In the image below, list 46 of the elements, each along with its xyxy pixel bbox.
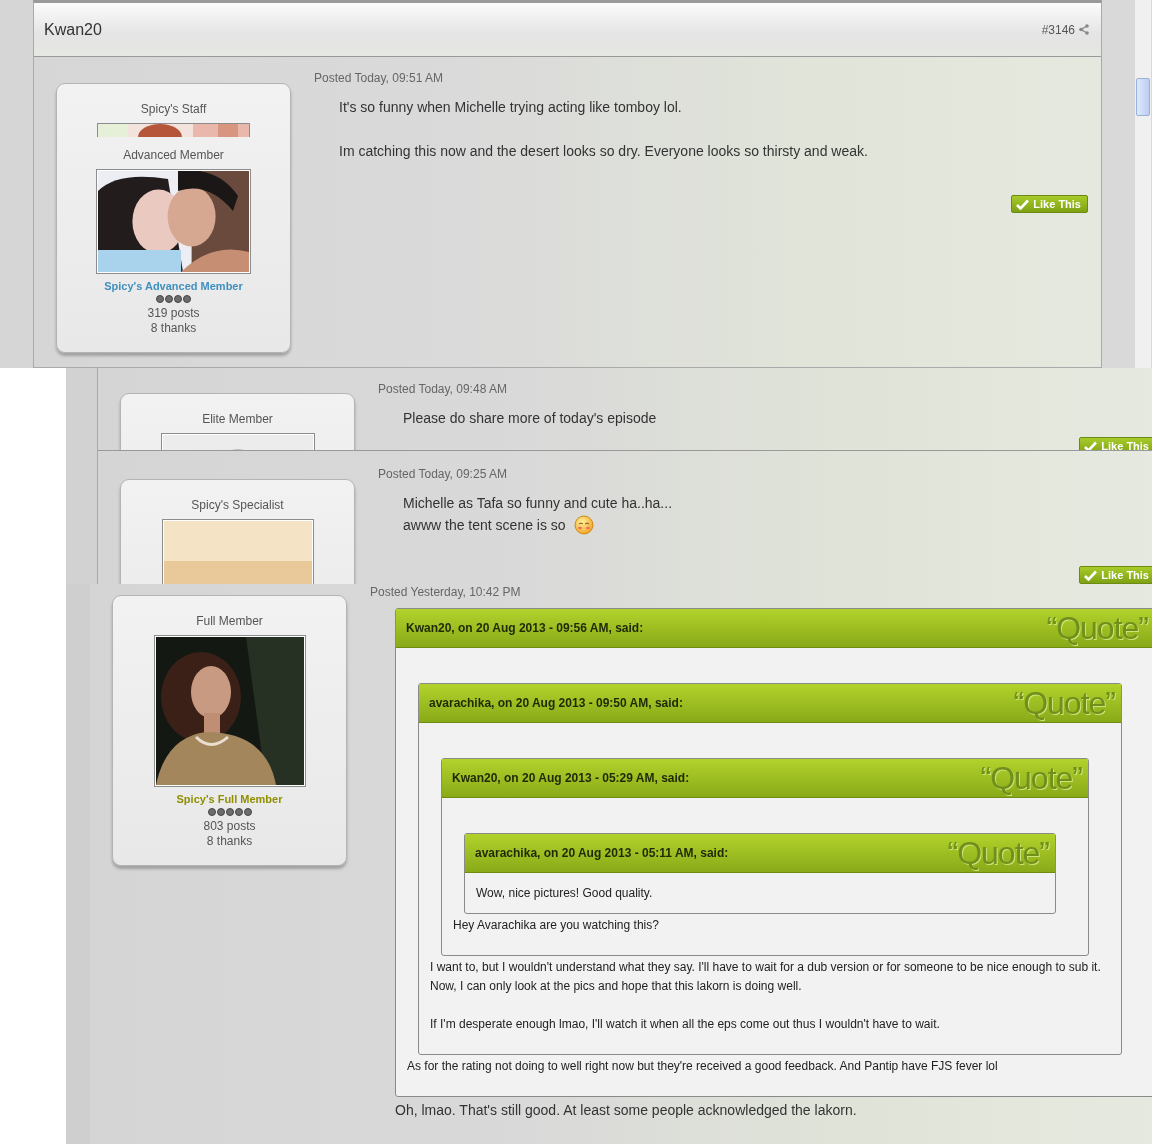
thanks-count: 8 thanks: [150, 321, 197, 336]
check-icon: [1084, 440, 1098, 450]
like-button[interactable]: Like This: [1079, 566, 1152, 584]
member-title: Elite Member: [202, 411, 273, 427]
quote-text: As for the rating not doing to well right now but they're received a good feedback. And Pantip have FJS fever lol: [407, 1058, 999, 1075]
scrollbar-thumb[interactable]: [1136, 78, 1150, 116]
quote-text: Now, I can only look at the pics and hope that this lakorn is doing well.: [430, 978, 803, 995]
member-title: Advanced Member: [123, 147, 224, 163]
member-title: Spicy's Staff: [140, 101, 207, 117]
rank-title: Spicy's Full Member: [176, 792, 283, 806]
rank-title: Spicy's Advanced Member: [104, 279, 243, 293]
quote-text: Hey Avarachika are you watching this?: [453, 917, 660, 934]
post-number[interactable]: #3146: [1041, 22, 1075, 37]
member-title: Spicy's Specialist: [191, 497, 284, 513]
quote-text: I want to, but I wouldn't understand what they say. I'll have to wait for a dub version or for someone to be nice enough to sub it.: [430, 959, 1102, 976]
thanks-count: 8 thanks: [206, 834, 253, 849]
quote-author: avarachika, on 20 Aug 2013 - 09:50 AM, said:: [429, 696, 683, 710]
quote-label: “Quote”: [947, 834, 1049, 872]
quote-author: avarachika, on 20 Aug 2013 - 05:11 AM, said:: [475, 846, 729, 860]
quote-author: Kwan20, on 20 Aug 2013 - 09:56 AM, said:: [406, 621, 644, 635]
like-button[interactable]: Like This: [1079, 437, 1152, 450]
share-icon[interactable]: [1079, 24, 1089, 35]
quote-text: If I'm desperate enough lmao, I'll watch it when all the eps come out thus I wouldn't have to wait.: [430, 1016, 941, 1033]
quote-text: Wow, nice pictures! Good quality.: [476, 885, 654, 902]
post-text: It's so funny when Michelle trying acting like tomboy lol.: [339, 98, 683, 117]
smiley-icon: [573, 515, 594, 535]
quote-label: “Quote”: [980, 759, 1082, 797]
posted-date: Posted Today, 09:51 AM: [314, 70, 444, 86]
post-text: awww the tent scene is so: [403, 516, 566, 535]
member-title: Full Member: [196, 613, 263, 629]
author-name: Kwan20: [44, 20, 103, 39]
posted-date: Posted Today, 09:25 AM: [378, 466, 508, 482]
post-text: Please do share more of today's episode: [403, 409, 658, 428]
check-icon: [1084, 569, 1098, 581]
check-icon: [1016, 198, 1030, 210]
quote-label: “Quote”: [1013, 684, 1115, 722]
posted-date: Posted Today, 09:48 AM: [378, 381, 508, 397]
like-button[interactable]: Like This: [1011, 195, 1088, 213]
post-text: Michelle as Tafa so funny and cute ha..ha...: [403, 494, 674, 513]
quote-author: Kwan20, on 20 Aug 2013 - 05:29 AM, said:: [452, 771, 690, 785]
post-text: Oh, lmao. That's still good. At least some people acknowledged the lakorn.: [395, 1101, 858, 1119]
quote-label: “Quote”: [1046, 609, 1148, 647]
post-count: 803 posts: [203, 819, 256, 834]
post-text: Im catching this now and the desert looks so dry. Everyone looks so thirsty and weak.: [339, 142, 869, 161]
posted-date: Posted Yesterday, 10:42 PM: [370, 584, 522, 600]
post-count: 319 posts: [147, 306, 200, 321]
